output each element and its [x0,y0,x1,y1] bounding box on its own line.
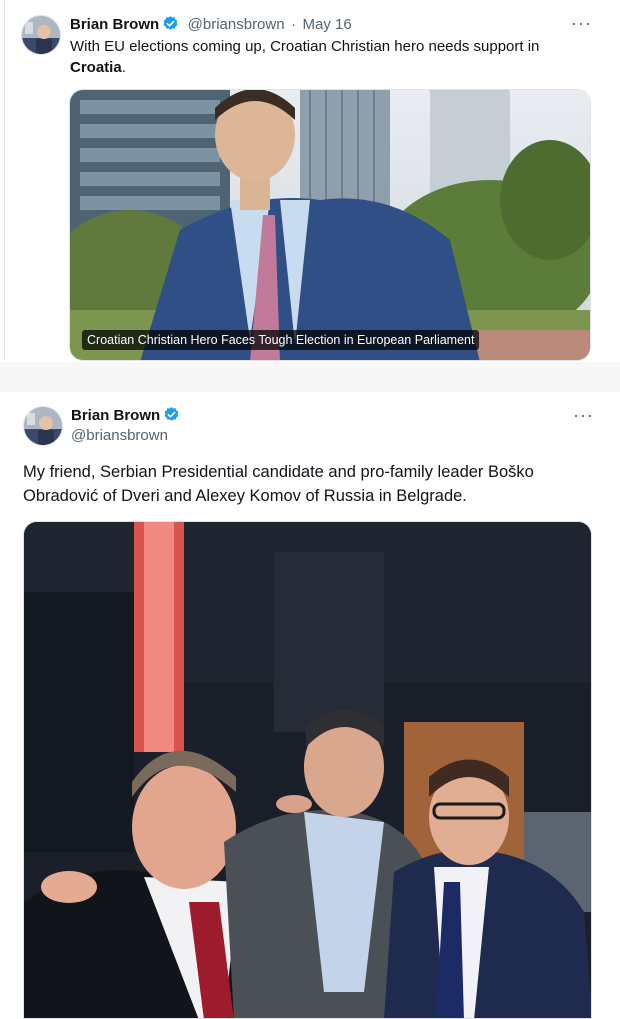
timestamp[interactable]: May 16 [302,16,351,33]
display-name[interactable]: Brian Brown [71,407,160,424]
hashtag-link[interactable]: Croatia [70,59,122,76]
display-name[interactable]: Brian Brown [70,16,159,33]
dot-separator: · [291,16,297,33]
photo-politician [70,90,590,360]
more-options-icon[interactable]: ··· [571,14,592,32]
tweet-image[interactable] [23,521,592,1019]
tweet-separator [0,362,620,392]
verified-badge-icon [162,15,179,37]
divider [4,0,5,360]
verified-badge-icon [163,406,180,428]
media-caption: Croatian Christian Hero Faces Tough Elec… [82,330,480,350]
tweet-text: With EU elections coming up, Croatian Ch… [70,38,540,76]
avatar[interactable] [21,15,61,55]
handle[interactable]: @briansbrown [71,427,168,444]
more-options-icon[interactable]: ··· [573,406,594,424]
tweet-image[interactable]: Croatian Christian Hero Faces Tough Elec… [69,89,591,361]
tweet-card-1[interactable]: Brian Brown @briansbrown · May 16 ··· Wi… [0,0,620,368]
photo-group [24,522,591,1018]
avatar[interactable] [23,406,63,446]
tweet-text: My friend, Serbian Presidential candidat… [23,463,534,505]
handle[interactable]: @briansbrown [188,16,285,33]
tweet-card-2[interactable]: Brian Brown @briansbrown ··· My friend, … [0,392,620,1019]
